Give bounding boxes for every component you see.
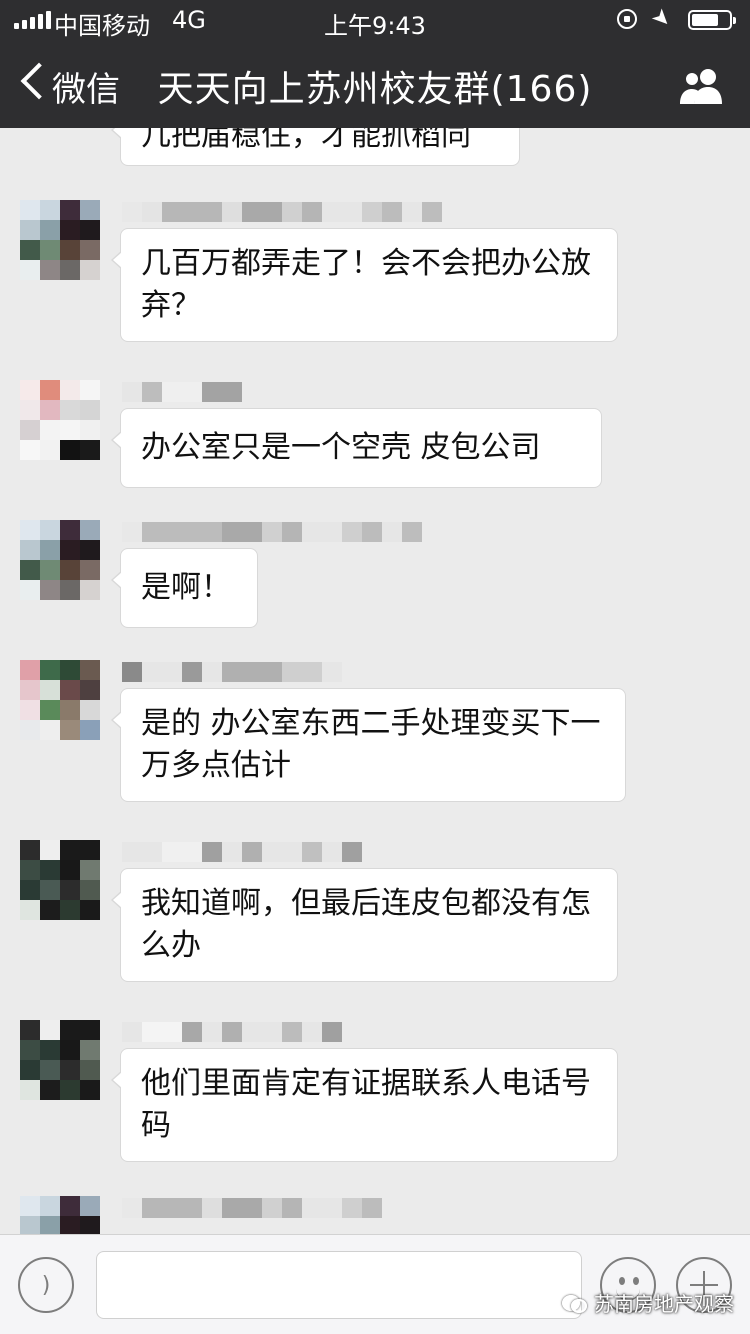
status-bar: 中国移动 4G 上午9:43 ➤ (0, 0, 750, 40)
chat-screen: 中国移动 4G 上午9:43 ➤ 微信 天天向上苏州校友群(166) 几把届稳住… (0, 0, 750, 1334)
message-bubble[interactable]: 是的 办公室东西二手处理变买下一万多点估计 (111, 688, 626, 802)
sender-name-blurred (122, 202, 442, 222)
battery-icon (688, 10, 736, 30)
message-text: 办公室只是一个空壳 皮包公司 (141, 430, 541, 465)
message-text: 几把届稳住，才能抓稻同 (141, 128, 471, 153)
message-input[interactable] (96, 1251, 582, 1319)
avatar[interactable] (20, 660, 100, 740)
message-bubble[interactable]: 我知道啊，但最后连皮包都没有怎么办 (111, 868, 618, 982)
avatar[interactable] (20, 1020, 100, 1100)
watermark-text: 苏南房地产观察 (594, 1292, 734, 1316)
message-text: 是的 办公室东西二手处理变买下一万多点估计 (141, 706, 601, 783)
sender-name-blurred (122, 662, 342, 682)
group-members-icon[interactable] (678, 66, 726, 106)
voice-icon[interactable]: ) (18, 1257, 74, 1313)
sender-name-blurred (122, 522, 422, 542)
nav-bar: 微信 天天向上苏州校友群(166) (0, 40, 750, 128)
rotation-lock-icon (617, 9, 637, 29)
avatar[interactable] (20, 380, 100, 460)
message-bubble[interactable]: 是啊！ (111, 548, 258, 628)
avatar[interactable] (20, 1196, 100, 1234)
avatar[interactable] (20, 840, 100, 920)
watermark: 苏南房地产观察 (562, 1288, 734, 1317)
top-bar: 中国移动 4G 上午9:43 ➤ 微信 天天向上苏州校友群(166) (0, 0, 750, 128)
message-text: 是啊！ (141, 570, 231, 605)
message-text: 我知道啊，但最后连皮包都没有怎么办 (141, 886, 591, 963)
message-text: 他们里面肯定有证据联系人电话号码 (141, 1066, 591, 1143)
message-bubble[interactable]: 他们里面肯定有证据联系人电话号码 (111, 1048, 618, 1162)
status-time: 上午9:43 (324, 12, 426, 40)
sender-name-blurred (122, 1022, 342, 1042)
chat-title: 天天向上苏州校友群(166) (157, 69, 593, 110)
message-text: 几百万都弄走了！会不会把办公放弃？ (141, 246, 591, 323)
avatar[interactable] (20, 128, 100, 138)
sender-name-blurred (122, 842, 362, 862)
message-list[interactable]: 几把届稳住，才能抓稻同 几百万都弄走了！会不会把办公放弃？ 办公室只是一个空壳 … (0, 128, 750, 1234)
message-bubble[interactable]: 几把届稳住，才能抓稻同 (111, 128, 520, 166)
sender-name-blurred (122, 382, 242, 402)
wechat-logo-icon (562, 1293, 588, 1313)
sender-name-blurred (122, 1198, 382, 1218)
message-bubble[interactable]: 办公室只是一个空壳 皮包公司 (111, 408, 602, 488)
input-bar: ) (0, 1234, 750, 1334)
message-bubble[interactable]: 几百万都弄走了！会不会把办公放弃？ (111, 228, 618, 342)
avatar[interactable] (20, 200, 100, 280)
avatar[interactable] (20, 520, 100, 600)
